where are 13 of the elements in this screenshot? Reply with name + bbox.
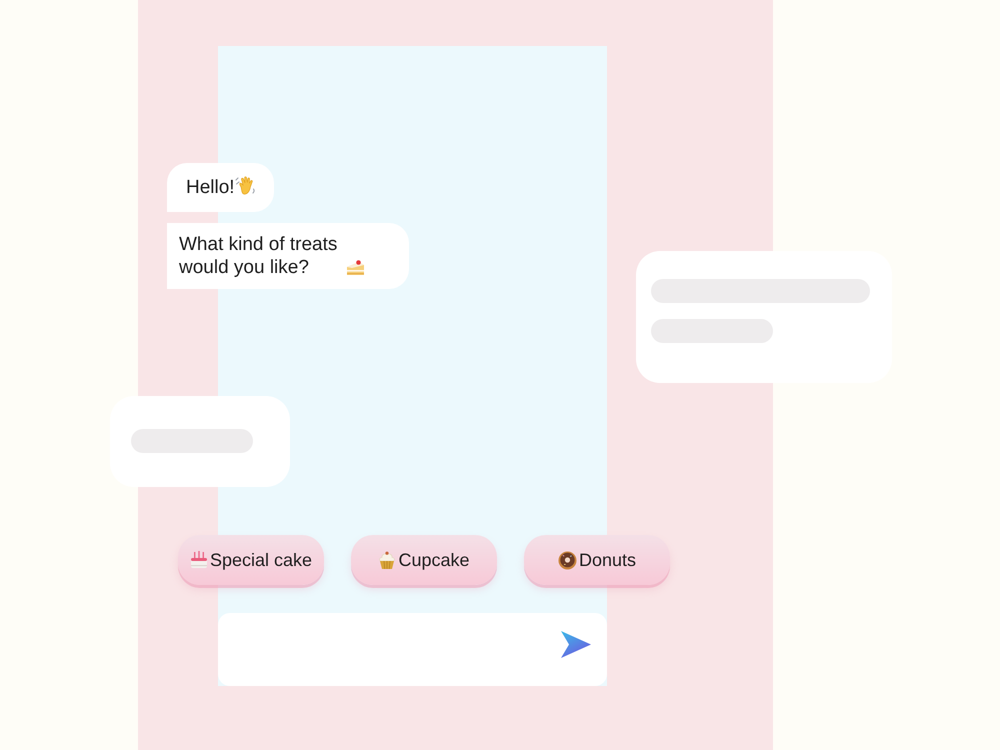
message-text: Hello! bbox=[186, 176, 235, 199]
quick-reply-button[interactable]: Cupcake bbox=[351, 535, 497, 585]
send-icon bbox=[561, 631, 591, 658]
cupcake-icon bbox=[378, 550, 396, 570]
quick-reply-button[interactable]: Special cake bbox=[178, 535, 324, 585]
waving-hand-icon bbox=[234, 176, 256, 196]
donut-icon bbox=[558, 550, 577, 570]
send-button[interactable] bbox=[561, 631, 591, 658]
quick-reply-button[interactable]: Donuts bbox=[524, 535, 670, 585]
message-input-field[interactable] bbox=[218, 613, 607, 686]
message-text: What kind of treats would you like? bbox=[179, 233, 338, 279]
birthday-cake-icon bbox=[190, 551, 208, 569]
cake-slice-icon bbox=[346, 259, 365, 276]
